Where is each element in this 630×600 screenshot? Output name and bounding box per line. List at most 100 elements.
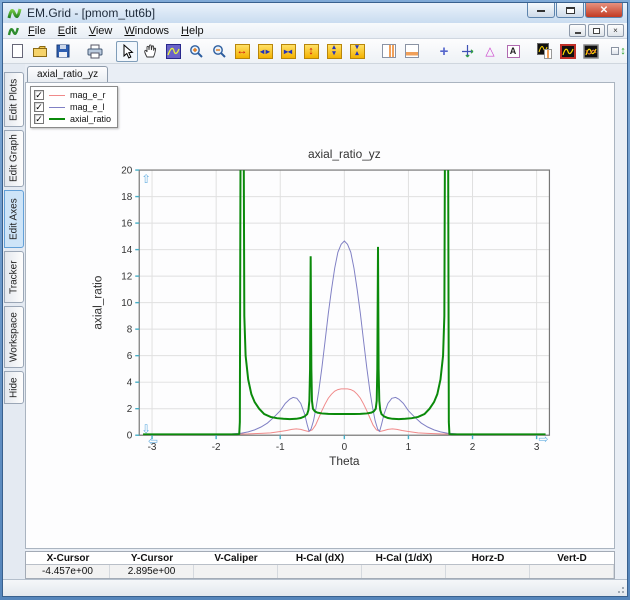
resize-grip[interactable] — [615, 584, 625, 594]
separate-x-button[interactable]: ◂ ▸ — [254, 41, 276, 62]
main-area: Edit Plots Edit Graph Edit Axes Tracker Work… — [3, 64, 627, 579]
toolbar: ↔◂ ▸▸◂↕▴▾▾▴+△A↕↔Layout — [3, 39, 627, 64]
tracker-col-header: V-Caliper — [194, 552, 278, 565]
svg-text:-2: -2 — [212, 442, 221, 453]
crosshair-icon: + — [439, 42, 449, 60]
tracker-value — [194, 565, 278, 578]
panel-horizontal-button[interactable] — [401, 41, 423, 62]
new-document-icon — [11, 44, 23, 58]
tracker-col-header: X-Cursor — [26, 552, 110, 565]
save-icon — [56, 44, 70, 58]
tracker-col-header: Y-Cursor — [110, 552, 194, 565]
sidebar-tab-edit-plots[interactable]: Edit Plots — [4, 72, 24, 127]
compress-y-button[interactable]: ▾ ▴ — [346, 41, 368, 62]
sidebar-tab-hide[interactable]: Hide — [4, 371, 24, 404]
mdi-restore-icon — [593, 27, 600, 34]
svg-text:14: 14 — [121, 245, 133, 256]
zoom-region-button[interactable] — [162, 41, 184, 62]
graph-panel: -3 -2 -1 0 1 2 3 0 2 4 6 8 10 12 14 16 18 20 axial_ratio_y… — [25, 82, 615, 549]
crosshair-button[interactable]: + — [433, 41, 455, 62]
tracker-value — [530, 565, 614, 578]
svg-text:16: 16 — [121, 219, 133, 230]
text-annotation-button[interactable]: A — [502, 41, 524, 62]
plot-style-red-icon — [560, 43, 576, 59]
open-file-button[interactable] — [29, 41, 51, 62]
expand-y-button[interactable]: ↕ — [300, 41, 322, 62]
zoom-out-button[interactable] — [208, 41, 230, 62]
tracker-value — [278, 565, 362, 578]
select-arrow-icon — [120, 43, 134, 59]
window-title: EM.Grid - [pmom_tut6b] — [27, 6, 156, 20]
mdi-minimize-button[interactable] — [569, 24, 586, 37]
link-vertical-button[interactable]: ↕ — [611, 41, 627, 62]
compress-x-icon: ▸◂ — [280, 43, 296, 59]
minimize-button[interactable] — [527, 3, 555, 18]
menu-help[interactable]: Help — [175, 24, 210, 38]
title-bar: EM.Grid - [pmom_tut6b] ✕ — [3, 3, 627, 23]
legend-checkbox-mag_e_l[interactable]: ✓ — [34, 102, 44, 112]
axes-button[interactable] — [456, 41, 478, 62]
mdi-close-button[interactable]: × — [607, 24, 624, 37]
pan-left-arrow-icon: ⇦ — [148, 434, 158, 448]
content-column: axial_ratio_yz -3 -2 -1 0 1 2 3 0 2 4 6 8 10 12 14 16 18… — [25, 64, 615, 579]
marker-triangle-button[interactable]: △ — [479, 41, 501, 62]
plot-style-dark-button[interactable] — [580, 41, 602, 62]
tab-bar: axial_ratio_yz — [25, 64, 615, 82]
close-button[interactable]: ✕ — [585, 3, 623, 18]
sidebar-tab-workspace[interactable]: Workspace — [4, 306, 24, 368]
tracker-value-row: -4.457e+00 2.895e+00 — [26, 565, 614, 578]
sidebar-tab-edit-graph[interactable]: Edit Graph — [4, 130, 24, 187]
maximize-icon — [565, 6, 575, 14]
expand-x-button[interactable]: ↔ — [231, 41, 253, 62]
plot-style-red-button[interactable] — [557, 41, 579, 62]
svg-text:10: 10 — [121, 298, 133, 309]
menu-edit[interactable]: Edit — [52, 24, 83, 38]
mdi-restore-button[interactable] — [588, 24, 605, 37]
legend-checkbox-axial_ratio[interactable]: ✓ — [34, 114, 44, 124]
save-button[interactable] — [52, 41, 74, 62]
svg-text:0: 0 — [342, 442, 348, 453]
compress-y-icon: ▾ ▴ — [349, 43, 365, 59]
tab-axial-ratio-yz[interactable]: axial_ratio_yz — [27, 66, 109, 82]
tracker-col-header: H-Cal (dX) — [278, 552, 362, 565]
svg-text:6: 6 — [127, 351, 133, 362]
svg-text:12: 12 — [121, 272, 133, 283]
overlay-plot-button[interactable] — [534, 41, 556, 62]
tracker-col-header: Horz-D — [446, 552, 530, 565]
minimize-icon — [537, 9, 545, 12]
status-bar — [3, 579, 627, 596]
zoom-in-button[interactable] — [185, 41, 207, 62]
menu-file[interactable]: File — [22, 24, 52, 38]
separate-y-button[interactable]: ▴ ▾ — [323, 41, 345, 62]
maximize-button[interactable] — [556, 3, 584, 18]
chart[interactable]: -3 -2 -1 0 1 2 302468101214161820axial_ratio_y… — [26, 83, 614, 548]
pan-hand-button[interactable] — [139, 41, 161, 62]
new-document-button[interactable] — [6, 41, 28, 62]
sidebar-tab-tracker[interactable]: Tracker — [4, 251, 24, 303]
menu-bar: File Edit View Windows Help × — [3, 23, 627, 39]
tracker-col-header: H-Cal (1/dX) — [362, 552, 446, 565]
marker-triangle-icon: △ — [485, 44, 495, 58]
compress-x-button[interactable]: ▸◂ — [277, 41, 299, 62]
menu-windows[interactable]: Windows — [118, 24, 175, 38]
print-button[interactable] — [84, 41, 106, 62]
zoom-region-icon — [165, 43, 181, 59]
menu-view[interactable]: View — [83, 24, 119, 38]
svg-text:2: 2 — [127, 404, 133, 415]
tracker-value: 2.895e+00 — [110, 565, 194, 578]
sidebar-tab-edit-axes[interactable]: Edit Axes — [4, 190, 24, 248]
mdi-minimize-icon — [574, 32, 581, 34]
pan-up-arrow-icon: ⇧ — [141, 172, 151, 186]
legend-label: mag_e_r — [70, 90, 106, 100]
tracker-value — [446, 565, 530, 578]
panel-vertical-button[interactable] — [378, 41, 400, 62]
sidebar-tabs: Edit Plots Edit Graph Edit Axes Tracker Work… — [3, 64, 25, 579]
menu-items: File Edit View Windows Help — [22, 24, 210, 38]
panel-vertical-icon — [382, 44, 396, 58]
select-arrow-button[interactable] — [116, 40, 138, 62]
legend-checkbox-mag_e_r[interactable]: ✓ — [34, 90, 44, 100]
svg-text:4: 4 — [127, 378, 133, 389]
close-icon: ✕ — [599, 4, 609, 16]
tracker-value: -4.457e+00 — [26, 565, 110, 578]
legend-box: ✓ mag_e_r ✓ mag_e_l ✓ axial_ratio — [30, 86, 119, 128]
